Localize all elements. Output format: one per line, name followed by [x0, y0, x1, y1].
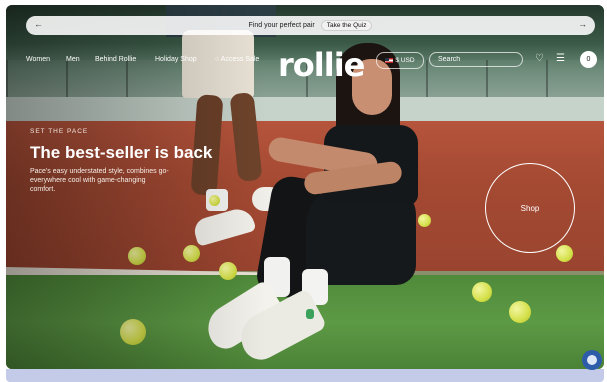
nav-behind-rollie[interactable]: Behind Rollie	[95, 56, 136, 63]
tennis-ball	[556, 245, 573, 262]
tennis-ball	[509, 301, 531, 323]
tennis-ball	[418, 214, 431, 227]
nav-men[interactable]: Men	[66, 56, 80, 63]
next-section-strip	[6, 369, 604, 382]
sneaker-accent	[306, 309, 314, 319]
nav-women[interactable]: Women	[26, 56, 50, 63]
chat-icon	[587, 355, 597, 365]
nav-holiday-shop[interactable]: Holiday Shop	[155, 56, 197, 63]
hero-eyebrow: SET THE PACE	[30, 128, 89, 135]
search-input[interactable]	[429, 52, 523, 67]
tennis-ball	[472, 282, 492, 302]
hamburger-icon[interactable]: ☰	[556, 53, 565, 64]
promo-text: Find your perfect pair	[248, 22, 315, 29]
us-flag-icon	[385, 58, 394, 63]
currency-label: $ USD	[395, 57, 415, 64]
currency-selector[interactable]: $ USD	[376, 52, 424, 69]
arrow-left-icon[interactable]: ←	[34, 19, 43, 29]
nav-access-sale-label: Access Sale	[220, 56, 260, 63]
heart-icon[interactable]: ♡	[535, 53, 544, 64]
promo-bar: ← Find your perfect pair Take the Quiz →	[26, 16, 595, 35]
hero-headline: The best-seller is back	[30, 143, 213, 162]
nav-access-sale[interactable]: ○ Access Sale	[215, 56, 259, 63]
take-quiz-button[interactable]: Take the Quiz	[320, 20, 373, 31]
hero-subtext: Pace's easy understated style, combines …	[30, 168, 169, 193]
rollie-logo[interactable]: rollie	[278, 46, 365, 84]
lock-icon: ○	[215, 56, 220, 63]
chat-button[interactable]	[582, 350, 602, 370]
shop-button[interactable]: Shop	[485, 163, 575, 253]
account-button[interactable]: 0	[580, 51, 597, 68]
arrow-right-icon[interactable]: →	[578, 19, 587, 29]
